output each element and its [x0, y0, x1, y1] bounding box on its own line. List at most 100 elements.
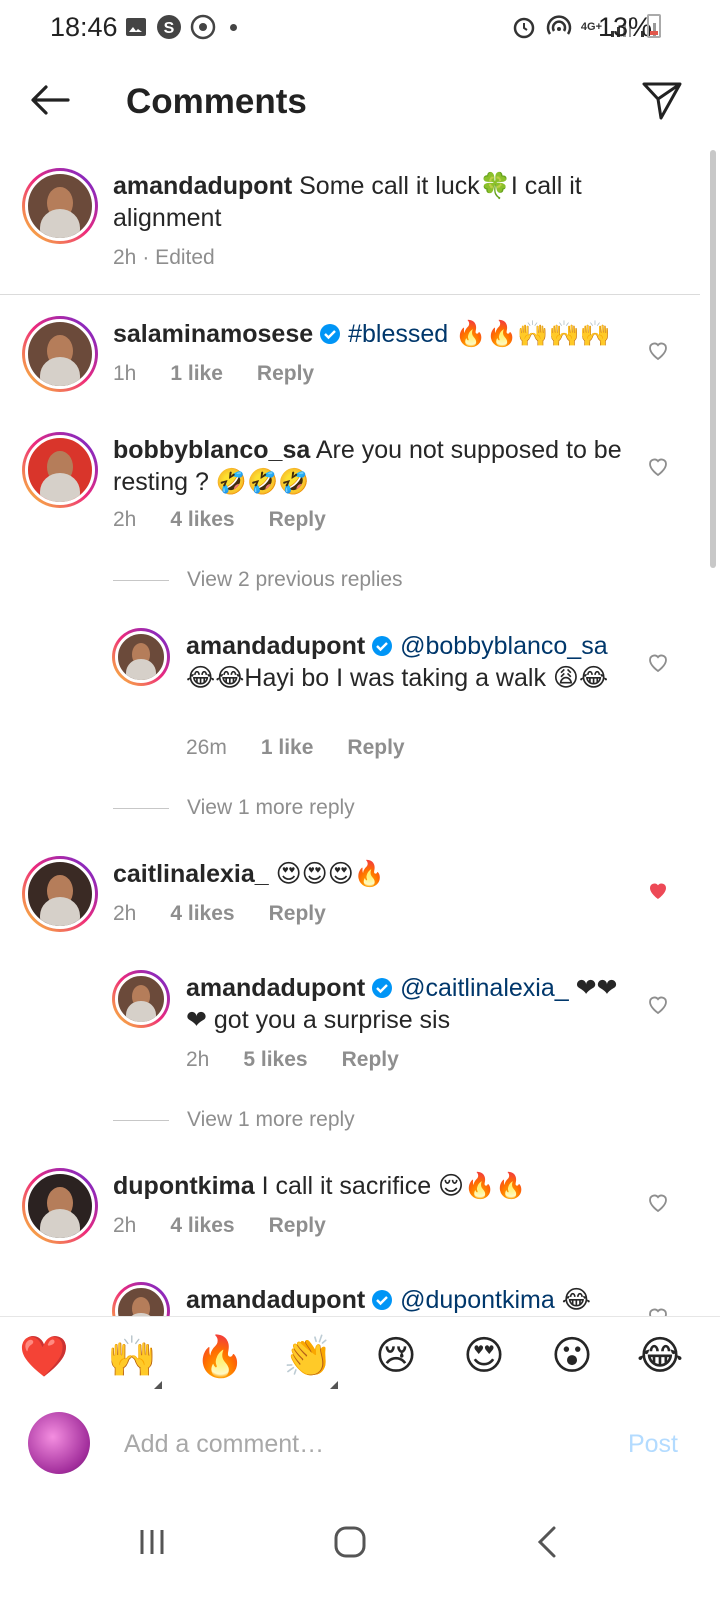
emoji-heart-eyes-button[interactable]: 😍	[458, 1333, 510, 1379]
reply-button[interactable]: Reply	[269, 1214, 326, 1238]
comment-body: 😂	[554, 1286, 591, 1314]
emoji-raising-hands-button[interactable]: 🙌	[106, 1333, 158, 1380]
username[interactable]: salaminamosese	[113, 320, 313, 348]
header: Comments	[0, 56, 720, 146]
username[interactable]: dupontkima	[113, 1172, 255, 1200]
reply-button[interactable]: Reply	[342, 1048, 399, 1072]
hashtag[interactable]: #blessed	[348, 320, 448, 348]
comment-meta: 2h 4 likes Reply	[113, 508, 326, 532]
heart-outline-icon[interactable]	[646, 338, 670, 362]
reply-button[interactable]: Reply	[269, 508, 326, 532]
mention[interactable]: @dupontkima	[400, 1286, 555, 1314]
view-replies-label: View 1 more reply	[187, 796, 355, 819]
back-arrow-icon[interactable]	[28, 78, 72, 122]
mention[interactable]: @bobbyblanco_sa	[400, 632, 607, 660]
heart-outline-icon[interactable]	[646, 650, 670, 674]
emoji-clap-button[interactable]: 👏	[282, 1333, 334, 1380]
reply-button[interactable]: Reply	[347, 736, 404, 760]
emoji-quick-bar: ❤️ 🙌 🔥 👏 😢 😍 😮 😂	[0, 1316, 720, 1402]
post-button[interactable]: Post	[628, 1430, 678, 1459]
home-icon[interactable]	[320, 1512, 380, 1572]
username[interactable]: amandadupont	[186, 1286, 365, 1314]
heart-outline-icon[interactable]	[646, 1304, 670, 1316]
comment-body: 😍😍😍🔥	[275, 860, 385, 888]
gallery-icon	[126, 18, 146, 36]
avatar[interactable]	[22, 856, 98, 932]
timestamp: 2h	[113, 246, 137, 269]
avatar[interactable]	[112, 628, 170, 686]
comment-body: 🔥🔥🙌🙌🙌	[448, 320, 611, 348]
comment-text: amandadupont @bobbyblanco_sa 😂😂Hayi bo I…	[186, 630, 626, 694]
view-replies-button[interactable]: View 1 more reply	[113, 1108, 355, 1132]
caption-divider	[0, 294, 700, 295]
timestamp: 2h	[113, 1214, 137, 1237]
mention[interactable]: @caitlinalexia_	[400, 974, 569, 1002]
caption-text: amandadupont Some call it luck🍀I call it…	[113, 170, 633, 234]
view-replies-label: View 1 more reply	[187, 1108, 355, 1131]
view-replies-button[interactable]: View 2 previous replies	[113, 568, 403, 592]
battery-icon	[647, 14, 661, 38]
username[interactable]: amandadupont	[186, 974, 365, 1002]
reply-item: amandadupont @dupontkima 😂	[0, 1282, 720, 1316]
avatar	[28, 1412, 90, 1474]
heart-outline-icon[interactable]	[646, 454, 670, 478]
likes-count[interactable]: 4 likes	[170, 508, 234, 532]
reply-button[interactable]: Reply	[269, 902, 326, 926]
likes-count[interactable]: 4 likes	[170, 902, 234, 926]
emoji-surprised-button[interactable]: 😮	[546, 1333, 598, 1379]
comment-meta: 2h 5 likes Reply	[186, 1048, 399, 1072]
emoji-crying-button[interactable]: 😢	[370, 1333, 422, 1379]
comment-text: amandadupont @caitlinalexia_ ❤❤❤ got you…	[186, 972, 626, 1036]
more-notifications-dot	[230, 23, 237, 31]
recent-apps-icon[interactable]	[122, 1512, 182, 1572]
avatar[interactable]	[22, 316, 98, 392]
avatar[interactable]	[22, 1168, 98, 1244]
timestamp: 2h	[186, 1048, 210, 1071]
hotspot-icon	[546, 15, 572, 35]
avatar[interactable]	[112, 970, 170, 1028]
emoji-fire-button[interactable]: 🔥	[194, 1333, 246, 1380]
comment-meta: 26m 1 like Reply	[186, 736, 405, 760]
emoji-laughing-button[interactable]: 😂	[634, 1333, 686, 1379]
scrollbar[interactable]	[710, 150, 716, 568]
likes-count[interactable]: 5 likes	[243, 1048, 307, 1072]
comment-text: dupontkima I call it sacrifice 😌🔥🔥	[113, 1170, 633, 1202]
view-replies-button[interactable]: View 1 more reply	[113, 796, 355, 820]
verified-badge-icon	[320, 324, 341, 344]
comment-input[interactable]: Add a comment…	[124, 1430, 324, 1459]
edited-label: · Edited	[142, 246, 215, 269]
username[interactable]: amandadupont	[113, 172, 292, 200]
back-nav-icon[interactable]	[518, 1512, 578, 1572]
comment-meta: 1h 1 like Reply	[113, 362, 314, 386]
username[interactable]: amandadupont	[186, 632, 365, 660]
system-nav-bar	[0, 1488, 720, 1600]
timestamp: 1h	[113, 362, 137, 385]
emoji-heart-button[interactable]: ❤️	[18, 1333, 70, 1380]
s-app-icon: S	[157, 15, 181, 39]
timestamp: 2h	[113, 902, 137, 925]
heart-outline-icon[interactable]	[646, 992, 670, 1016]
direct-share-icon[interactable]	[640, 78, 684, 122]
comment-composer: Add a comment… Post	[0, 1400, 720, 1488]
username[interactable]: bobbyblanco_sa	[113, 436, 310, 464]
heart-outline-icon[interactable]	[646, 1190, 670, 1214]
page-title: Comments	[126, 82, 307, 121]
likes-count[interactable]: 4 likes	[170, 1214, 234, 1238]
avatar[interactable]	[22, 432, 98, 508]
comment-text: caitlinalexia_ 😍😍😍🔥	[113, 858, 633, 890]
heart-filled-icon[interactable]	[646, 878, 670, 902]
alarm-icon	[513, 17, 535, 39]
view-replies-label: View 2 previous replies	[187, 568, 403, 591]
reply-button[interactable]: Reply	[257, 362, 314, 386]
skin-tone-indicator	[154, 1381, 162, 1389]
comment-text: salaminamosese #blessed 🔥🔥🙌🙌🙌	[113, 318, 633, 350]
skin-tone-indicator	[330, 1381, 338, 1389]
avatar[interactable]	[112, 1282, 170, 1316]
timestamp: 26m	[186, 736, 227, 759]
username[interactable]: caitlinalexia_	[113, 860, 269, 888]
comment-text: bobbyblanco_sa Are you not supposed to b…	[113, 434, 633, 498]
likes-count[interactable]: 1 like	[261, 736, 314, 760]
avatar[interactable]	[22, 168, 98, 244]
likes-count[interactable]: 1 like	[170, 362, 223, 386]
caption-meta: 2h · Edited	[113, 246, 215, 270]
